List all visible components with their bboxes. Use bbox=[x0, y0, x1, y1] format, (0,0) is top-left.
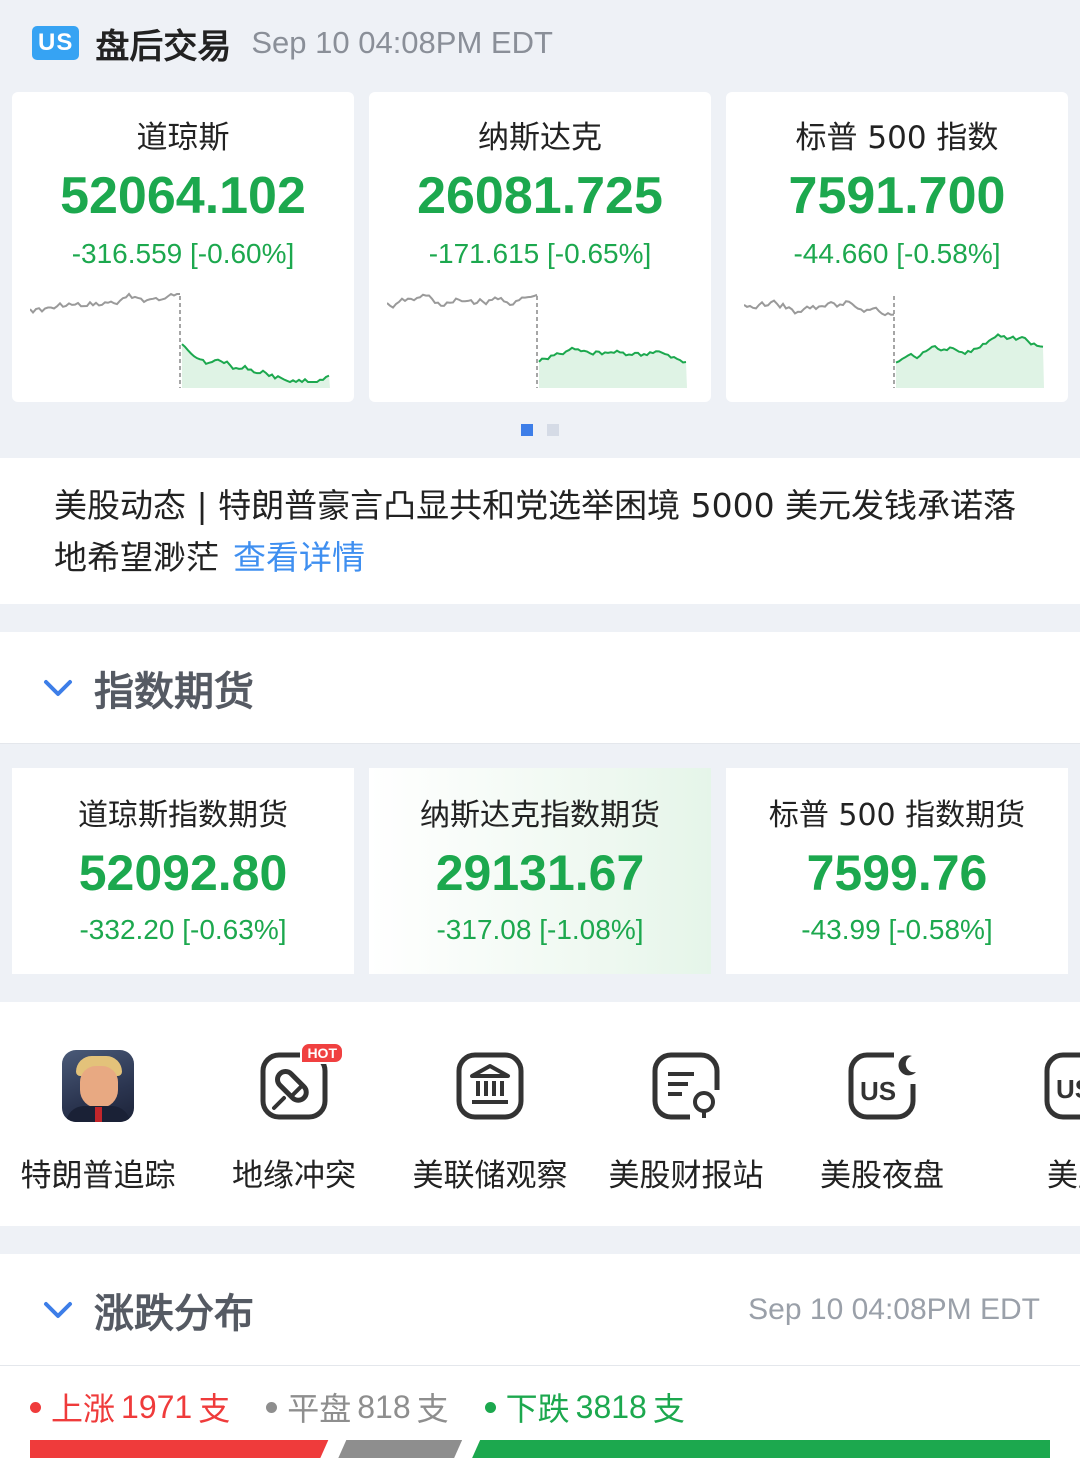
hot-badge: HOT bbox=[300, 1042, 344, 1064]
down-dot-icon bbox=[484, 1401, 496, 1413]
legend-unit: 支 bbox=[652, 1390, 685, 1428]
futures-value: 29131.67 bbox=[435, 845, 645, 901]
distribution-panel: 上涨 1971 支 平盘 818 支 下跌 3818 支 bbox=[0, 1366, 1080, 1475]
shortcut-fed-watch[interactable]: 美联储观察 bbox=[400, 1050, 580, 1210]
report-icon bbox=[652, 1052, 720, 1120]
view-details-link[interactable]: 查看详情 bbox=[233, 538, 365, 577]
shortcut-label: 美股夜盘 bbox=[820, 1158, 944, 1194]
legend-count: 1971 bbox=[121, 1388, 193, 1425]
premarket-line bbox=[387, 293, 538, 309]
news-banner[interactable]: 美股动态 | 特朗普豪言凸显共和党选举困境 5000 美元发钱承诺落地希望渺茫查… bbox=[0, 458, 1080, 604]
distribution-flat-segment bbox=[338, 1440, 463, 1458]
futures-change: -317.08 [-1.08%] bbox=[436, 914, 644, 945]
svg-text:US: US bbox=[1056, 1074, 1080, 1104]
legend-flat: 平盘 818 支 bbox=[266, 1384, 449, 1430]
distribution-timestamp: Sep 10 04:08PM EDT bbox=[748, 1292, 1040, 1326]
legend-unit: 支 bbox=[198, 1390, 231, 1428]
futures-section-header[interactable]: 指数期货 bbox=[0, 632, 1080, 744]
futures-change: -43.99 [-0.58%] bbox=[801, 914, 993, 945]
index-value: 52064.102 bbox=[60, 167, 306, 225]
section-title: 指数期货 bbox=[94, 668, 254, 715]
index-name: 道琼斯 bbox=[136, 120, 230, 156]
chevron-down-icon[interactable] bbox=[38, 668, 78, 708]
distribution-up-segment bbox=[30, 1440, 329, 1458]
flat-dot-icon bbox=[266, 1401, 278, 1413]
us-night-icon: US bbox=[848, 1052, 916, 1120]
shortcut-geopolitics[interactable]: HOT 地缘冲突 bbox=[204, 1042, 384, 1210]
carousel-indicator[interactable] bbox=[0, 424, 1080, 436]
legend-label: 上涨 bbox=[51, 1390, 116, 1428]
section-title: 涨跌分布 bbox=[94, 1290, 254, 1337]
trump-avatar-icon bbox=[62, 1050, 134, 1122]
legend-down: 下跌 3818 支 bbox=[484, 1384, 685, 1430]
futures-name: 道琼斯指数期货 bbox=[78, 798, 288, 833]
top-bar: US 盘后交易 Sep 10 04:08PM EDT bbox=[0, 0, 1080, 86]
news-headline[interactable]: 美股动态 | 特朗普豪言凸显共和党选举困境 5000 美元发钱承诺落地希望渺茫 bbox=[54, 486, 1016, 577]
index-value: 7591.700 bbox=[788, 167, 1006, 225]
index-name: 纳斯达克 bbox=[478, 120, 602, 156]
distribution-bar bbox=[30, 1440, 1050, 1458]
premarket-line bbox=[744, 299, 895, 317]
futures-name: 标普 500 指数期货 bbox=[768, 798, 1026, 833]
index-sparkline bbox=[744, 296, 1044, 388]
index-sparkline bbox=[30, 292, 330, 388]
index-card-sp500[interactable]: 标普 500 指数 7591.700 -44.660 [-0.58%] bbox=[726, 92, 1068, 402]
futures-card-sp500[interactable]: 标普 500 指数期货 7599.76 -43.99 [-0.58%] bbox=[726, 768, 1068, 974]
distribution-down-segment bbox=[472, 1440, 1050, 1458]
shortcut-label: 地缘冲突 bbox=[232, 1158, 356, 1194]
index-sparkline bbox=[387, 293, 687, 388]
index-change: -44.660 [-0.58%] bbox=[793, 238, 1001, 269]
futures-card-dow[interactable]: 道琼斯指数期货 52092.80 -332.20 [-0.63%] bbox=[12, 768, 354, 974]
shortcut-us-night[interactable]: US 美股夜盘 bbox=[792, 1050, 972, 1210]
header-timestamp: Sep 10 04:08PM EDT bbox=[251, 25, 553, 60]
bank-icon bbox=[456, 1052, 524, 1120]
legend-count: 3818 bbox=[575, 1388, 647, 1425]
shortcut-us-stocks[interactable]: US 美股 bbox=[988, 1050, 1080, 1210]
futures-value: 52092.80 bbox=[78, 845, 288, 901]
futures-card-nasdaq[interactable]: 纳斯达克指数期货 29131.67 -317.08 [-1.08%] bbox=[369, 768, 711, 974]
shortcut-trump-tracker[interactable]: 特朗普追踪 bbox=[8, 1050, 188, 1210]
us-icon: US bbox=[1044, 1052, 1080, 1120]
up-dot-icon bbox=[30, 1401, 41, 1413]
shortcut-bar: 特朗普追踪 HOT 地缘冲突 美联储观察 美股财报站 US 美股夜盘 U 美 bbox=[0, 1002, 1080, 1226]
carousel-dot[interactable] bbox=[547, 424, 559, 436]
index-card-dow[interactable]: 道琼斯 52064.102 -316.559 [-0.60%] bbox=[12, 92, 354, 402]
shortcut-label: 美联储观察 bbox=[412, 1158, 568, 1194]
page-title: 盘后交易 bbox=[95, 26, 232, 67]
premarket-line bbox=[30, 292, 180, 314]
futures-name: 纳斯达克指数期货 bbox=[420, 798, 660, 833]
legend-unit: 支 bbox=[416, 1390, 449, 1428]
legend-label: 平盘 bbox=[287, 1390, 352, 1428]
index-card-nasdaq[interactable]: 纳斯达克 26081.725 -171.615 [-0.65%] bbox=[369, 92, 711, 402]
legend-count: 818 bbox=[357, 1388, 411, 1425]
distribution-section-header[interactable]: 涨跌分布 Sep 10 04:08PM EDT bbox=[0, 1254, 1080, 1366]
index-name: 标普 500 指数 bbox=[795, 120, 999, 156]
us-market-badge: US bbox=[32, 26, 80, 60]
shortcut-earnings[interactable]: 美股财报站 bbox=[596, 1050, 776, 1210]
futures-change: -332.20 [-0.63%] bbox=[79, 914, 287, 945]
shortcut-label: 美股财报站 bbox=[608, 1158, 764, 1194]
chevron-down-icon[interactable] bbox=[38, 1290, 78, 1330]
shortcut-label: 特朗普追踪 bbox=[20, 1158, 176, 1194]
index-change: -171.615 [-0.65%] bbox=[428, 238, 652, 269]
legend-up: 上涨 1971 支 bbox=[30, 1384, 230, 1430]
svg-text:US: US bbox=[860, 1076, 896, 1106]
carousel-dot-active[interactable] bbox=[521, 424, 533, 436]
distribution-legend: 上涨 1971 支 平盘 818 支 下跌 3818 支 bbox=[30, 1384, 721, 1430]
index-change: -316.559 [-0.60%] bbox=[71, 238, 295, 269]
index-value: 26081.725 bbox=[417, 167, 663, 225]
afterhours-area bbox=[896, 334, 1044, 388]
futures-value: 7599.76 bbox=[806, 845, 988, 901]
legend-label: 下跌 bbox=[505, 1390, 570, 1428]
shortcut-label: 美股 bbox=[1047, 1158, 1080, 1194]
